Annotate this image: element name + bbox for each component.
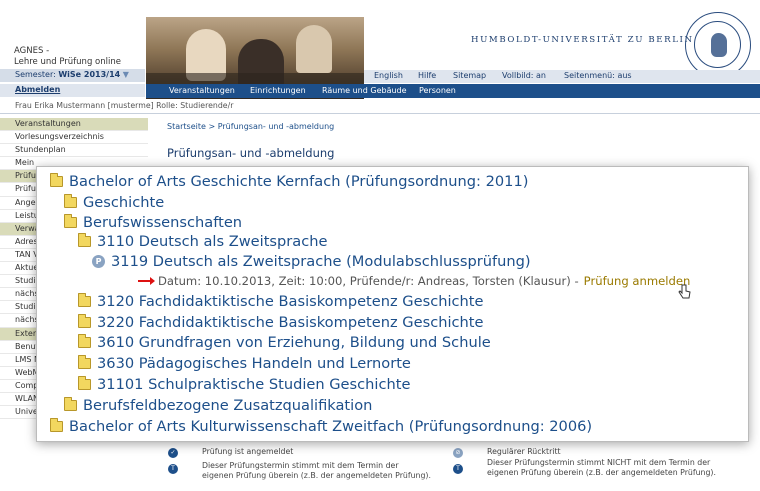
nav-persons[interactable]: Personen [419, 86, 456, 95]
semester-value: WiSe 2013/14 [58, 70, 121, 79]
folder-icon [64, 397, 77, 411]
brand-name: AGNES - [14, 46, 50, 56]
divider [0, 113, 760, 114]
folder-icon [78, 376, 91, 390]
user-login: [musterme] [107, 101, 154, 110]
withdrawal-icon: ⊘ [453, 448, 463, 458]
help-link[interactable]: Hilfe [418, 71, 436, 80]
tree-node-label: Geschichte [83, 194, 165, 211]
tree-node-berufswissenschaften[interactable]: Berufswissenschaften [64, 214, 242, 231]
user-role: Studierende/r [180, 101, 234, 110]
semester-selector[interactable]: Semester: WiSe 2013/14 ▼ [0, 69, 145, 82]
tree-node-3120[interactable]: 3120 Fachdidaktiktische Basiskompetenz G… [78, 293, 484, 310]
side-menu-toggle[interactable]: Seitenmenü: aus [564, 71, 632, 80]
page-title: Prüfungsan- und -abmeldung [167, 146, 335, 160]
tree-node-ba-geschichte[interactable]: Bachelor of Arts Geschichte Kernfach (Pr… [50, 173, 528, 190]
sitemap-link[interactable]: Sitemap [453, 71, 486, 80]
tree-node-label: Bachelor of Arts Kulturwissenschaft Zwei… [69, 418, 593, 435]
folder-icon [50, 173, 63, 187]
role-label: Rolle: [156, 101, 178, 110]
nav-courses[interactable]: Veranstaltungen [169, 86, 235, 95]
folder-icon [64, 214, 77, 228]
tree-node-3610[interactable]: 3610 Grundfragen von Erziehung, Bildung … [78, 334, 491, 351]
exam-icon: P [92, 255, 105, 268]
nav-institutions[interactable]: Einrichtungen [250, 86, 306, 95]
bottom-fade [0, 476, 760, 491]
user-name: Frau Erika Mustermann [15, 101, 106, 110]
nav-rooms[interactable]: Räume und Gebäude [322, 86, 407, 95]
english-link[interactable]: English [374, 71, 403, 80]
legend-term-mismatch: Dieser Prüfungstermin stimmt NICHT mit d… [487, 458, 716, 477]
logout-link[interactable]: Abmelden [0, 84, 145, 97]
tree-node-label: 31101 Schulpraktische Studien Geschichte [97, 376, 411, 393]
legend-withdrawal: Regulärer Rücktritt [487, 447, 561, 456]
breadcrumb[interactable]: Startseite > Prüfungsan- und -abmeldung [167, 122, 334, 131]
university-name: HUMBOLDT-UNIVERSITÄT ZU BERLIN [471, 35, 694, 45]
folder-icon [78, 293, 91, 307]
exam-appointment: Datum: 10.10.2013, Zeit: 10:00, Prüfende… [138, 274, 690, 288]
term-match-icon: T [168, 464, 178, 474]
hand-pointer-icon [678, 284, 691, 299]
folder-icon [78, 355, 91, 369]
folder-icon [50, 418, 63, 432]
tree-node-label: 3120 Fachdidaktiktische Basiskompetenz G… [97, 293, 484, 310]
tree-node-3220[interactable]: 3220 Fachdidaktiktische Basiskompetenz G… [78, 314, 484, 331]
semester-label: Semester: [15, 70, 56, 79]
fullscreen-toggle[interactable]: Vollbild: an [502, 71, 546, 80]
tree-node-label: 3610 Grundfragen von Erziehung, Bildung … [97, 334, 491, 351]
register-exam-link[interactable]: Prüfung anmelden [584, 274, 691, 288]
sidebar-item-timetable[interactable]: Stundenplan [0, 144, 148, 158]
main-nav: Veranstaltungen Einrichtungen Räume und … [146, 84, 760, 98]
folder-icon [64, 194, 77, 208]
exam-tree-panel: Bachelor of Arts Geschichte Kernfach (Pr… [36, 166, 749, 442]
tree-node-label: Berufsfeldbezogene Zusatzqualifikation [83, 397, 373, 414]
sidebar-item-catalogue[interactable]: Vorlesungsverzeichnis [0, 131, 148, 145]
tree-node-label: Bachelor of Arts Geschichte Kernfach (Pr… [69, 173, 529, 190]
tree-node-label: 3220 Fachdidaktiktische Basiskompetenz G… [97, 314, 484, 331]
registered-icon: ✓ [168, 448, 178, 458]
brand: AGNES - Lehre und Prüfung online [14, 46, 121, 68]
tree-node-31101[interactable]: 31101 Schulpraktische Studien Geschichte [78, 376, 410, 393]
sidebar-item-courses[interactable]: Veranstaltungen [0, 118, 148, 132]
tree-node-label: 3110 Deutsch als Zweitsprache [97, 233, 328, 250]
chevron-down-icon: ▼ [122, 70, 129, 79]
tree-node-label: Berufswissenschaften [83, 214, 243, 231]
tree-node-3119[interactable]: P 3119 Deutsch als Zweitsprache (Modulabs… [92, 253, 531, 270]
arrow-right-icon [138, 277, 155, 285]
university-seal-icon [685, 12, 751, 78]
folder-icon [78, 233, 91, 247]
folder-icon [78, 334, 91, 348]
exam-detail: Datum: 10.10.2013, Zeit: 10:00, Prüfende… [158, 274, 579, 288]
tree-node-zusatzqualifikation[interactable]: Berufsfeldbezogene Zusatzqualifikation [64, 397, 372, 414]
tree-node-3630[interactable]: 3630 Pädagogisches Handeln und Lernorte [78, 355, 411, 372]
legend-registered: Prüfung ist angemeldet [202, 447, 294, 456]
folder-icon [78, 314, 91, 328]
tree-node-label: 3630 Pädagogisches Handeln und Lernorte [97, 355, 411, 372]
utility-bar: English Hilfe Sitemap Vollbild: an Seite… [364, 70, 760, 83]
tree-node-3110[interactable]: 3110 Deutsch als Zweitsprache [78, 233, 327, 250]
tree-node-geschichte[interactable]: Geschichte [64, 194, 164, 211]
tree-node-ba-kulturwissenschaft[interactable]: Bachelor of Arts Kulturwissenschaft Zwei… [50, 418, 592, 435]
user-info: Frau Erika Mustermann [musterme] Rolle: … [15, 101, 233, 110]
term-mismatch-icon: T [453, 464, 463, 474]
brand-subtitle: Lehre und Prüfung online [14, 57, 121, 67]
tree-node-label: 3119 Deutsch als Zweitsprache (Modulabsc… [111, 253, 531, 270]
